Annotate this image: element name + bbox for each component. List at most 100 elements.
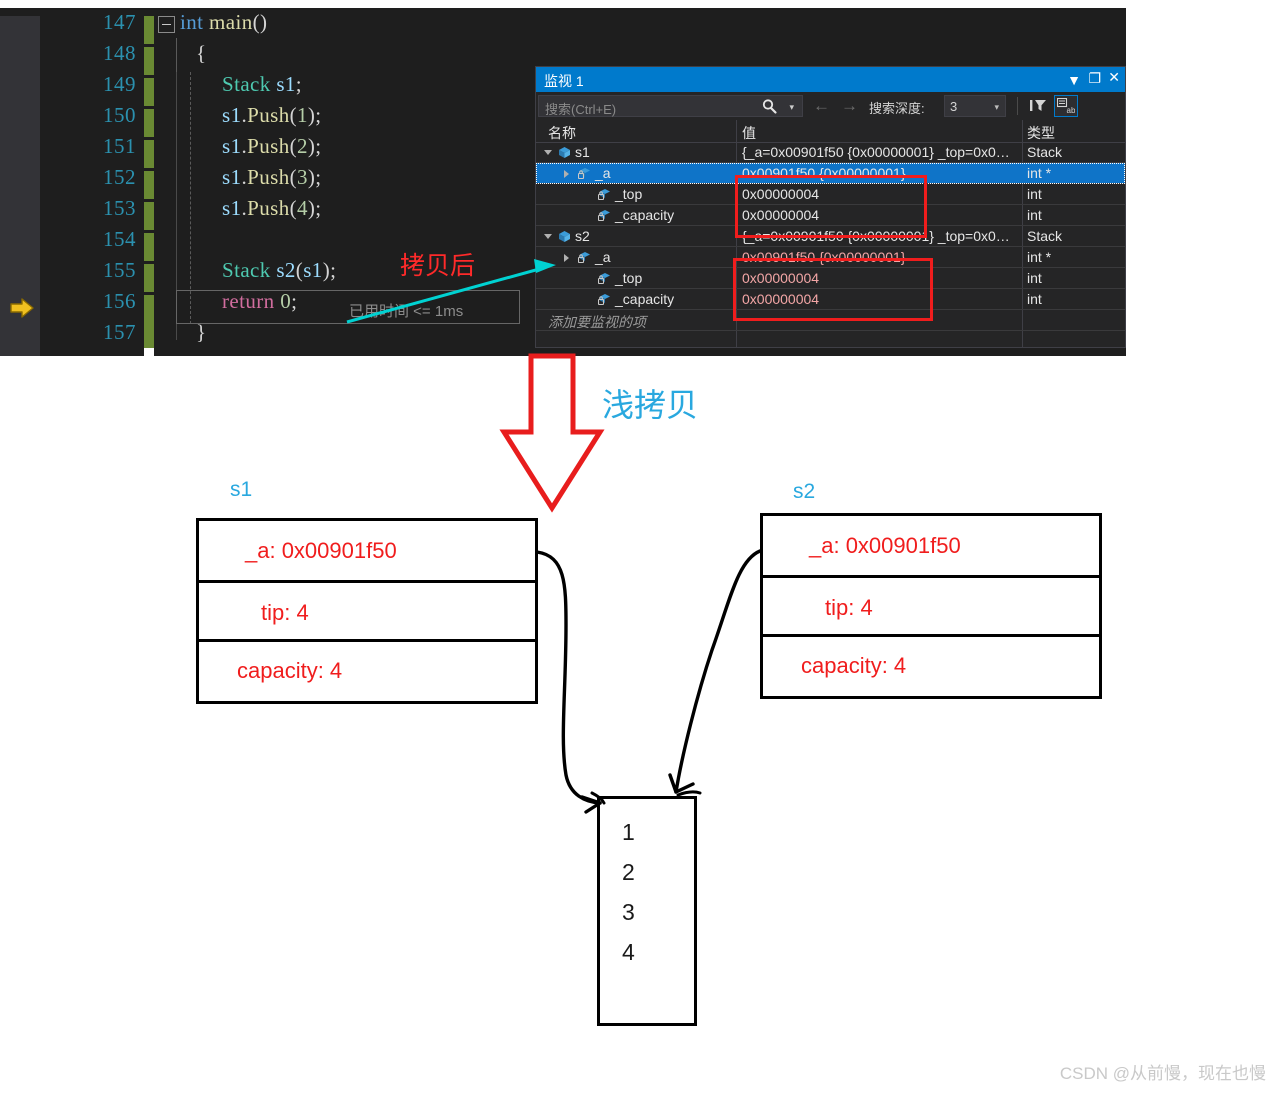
code-token: s1 (303, 258, 322, 282)
code-token: 3 (297, 165, 308, 189)
nav-forward-icon[interactable]: → (841, 96, 858, 116)
code-line[interactable]: s1.Push(4); (222, 196, 322, 221)
watch-row-name: _top (615, 186, 642, 202)
s2-box-label: s2 (793, 480, 815, 504)
line-number: 150 (103, 103, 136, 128)
code-token: ( (290, 103, 297, 127)
code-token: s1 (222, 103, 241, 127)
watch-title-label: 监视 1 (544, 71, 584, 91)
s2-object-box: _a: 0x00901f50 tip: 4 capacity: 4 (760, 513, 1102, 699)
code-line[interactable]: s1.Push(1); (222, 103, 322, 128)
svg-text:ab: ab (1067, 106, 1076, 114)
code-line[interactable]: Stack s2(s1); (222, 258, 336, 283)
watermark-label: CSDN @从前慢，现在也慢 (1060, 1059, 1266, 1084)
heap-array-box: 1 2 3 4 (597, 796, 697, 1026)
code-token: s1 (276, 72, 295, 96)
code-token: Push (247, 134, 289, 158)
code-line[interactable]: s1.Push(2); (222, 134, 322, 159)
code-token: int (180, 10, 203, 34)
code-line[interactable]: Stack s1; (222, 72, 302, 97)
s1-object-box: _a: 0x00901f50 tip: 4 capacity: 4 (196, 518, 538, 704)
elapsed-time-adornment: 已用时间 <= 1ms (349, 300, 463, 321)
search-icon[interactable] (761, 98, 778, 115)
indent-guide-dashed (190, 72, 192, 324)
expander-closed-icon[interactable] (564, 254, 569, 262)
code-token: ); (308, 196, 322, 220)
watch-row-type: int (1027, 270, 1042, 286)
expander-open-icon[interactable] (544, 150, 552, 155)
code-token: ); (323, 258, 337, 282)
search-input[interactable]: 搜索(Ctrl+E) ▾ (538, 95, 803, 117)
shallow-copy-down-arrow (504, 356, 600, 508)
watch-row-type: int * (1027, 249, 1051, 265)
s1-box-label: s1 (230, 478, 252, 502)
field-icon (598, 293, 611, 306)
field-icon (578, 167, 591, 180)
watch-toolbar[interactable]: 搜索(Ctrl+E) ▾ ← → 搜索深度: 3 ▾ ab (536, 92, 1125, 121)
s1-to-heap-arrow (537, 552, 604, 812)
heap-array-value: 1 (622, 819, 635, 846)
field-icon (578, 251, 591, 264)
column-header-name[interactable]: 名称 (548, 123, 576, 143)
pin-filter-icon[interactable] (1028, 97, 1048, 115)
watch-table-header: 名称 值 类型 (536, 120, 1125, 143)
code-token: ); (308, 134, 322, 158)
column-header-type[interactable]: 类型 (1027, 123, 1055, 143)
heap-array-value: 2 (622, 859, 635, 886)
expander-closed-icon[interactable] (564, 170, 569, 178)
search-depth-combo[interactable]: 3 ▾ (944, 95, 1006, 117)
watch-row-type: Stack (1027, 228, 1062, 244)
code-token: s2 (276, 258, 295, 282)
search-depth-label: 搜索深度: (869, 98, 925, 117)
code-token: ( (290, 196, 297, 220)
field-icon (598, 188, 611, 201)
watch-row-type: Stack (1027, 144, 1062, 160)
chevron-down-icon[interactable]: ▼ (1067, 72, 1081, 88)
code-token: s1 (222, 134, 241, 158)
code-line[interactable]: s1.Push(3); (222, 165, 322, 190)
indent-guide (176, 38, 177, 72)
heap-array-value: 3 (622, 899, 635, 926)
watch-title-bar[interactable]: 监视 1 ▼ ❐ ✕ (536, 67, 1125, 92)
editor-change-bar (144, 16, 154, 348)
line-number: 151 (103, 134, 136, 159)
code-token: Stack (222, 72, 271, 96)
add-watch-placeholder: 添加要监视的项 (548, 312, 646, 332)
code-token: 2 (297, 134, 308, 158)
toolbar-divider (1017, 97, 1018, 115)
chevron-down-icon[interactable]: ▾ (994, 102, 999, 113)
watch-row-type: int (1027, 291, 1042, 307)
code-line[interactable]: { (196, 41, 206, 66)
hexadecimal-display-toggle[interactable]: ab (1054, 95, 1078, 117)
code-fold-icon[interactable] (158, 16, 175, 33)
watch-row-name: _a (595, 165, 611, 181)
code-token: 1 (297, 103, 308, 127)
search-dropdown-caret-icon[interactable]: ▾ (789, 102, 794, 113)
expander-open-icon[interactable] (544, 234, 552, 239)
watch-window[interactable]: 监视 1 ▼ ❐ ✕ 搜索(Ctrl+E) ▾ ← → 搜索深度: 3 ▾ (535, 66, 1126, 348)
code-token: main (209, 10, 253, 34)
field-icon (598, 272, 611, 285)
code-token: ); (308, 103, 322, 127)
code-line[interactable]: int main() (180, 10, 267, 35)
code-token: s1 (222, 196, 241, 220)
column-header-value[interactable]: 值 (742, 123, 756, 143)
watch-row-name: _a (595, 249, 611, 265)
line-number: 153 (103, 196, 136, 221)
code-token: Push (247, 196, 289, 220)
line-number: 157 (103, 320, 136, 345)
object-icon (558, 230, 571, 243)
code-token: 4 (297, 196, 308, 220)
code-token: Push (247, 103, 289, 127)
nav-back-icon[interactable]: ← (813, 96, 830, 116)
line-number: 156 (103, 289, 136, 314)
code-token: Stack (222, 258, 271, 282)
editor-top-strip (0, 0, 1126, 8)
watch-row[interactable]: s1{_a=0x00901f50 {0x00000001} _top=0x0…S… (536, 142, 1125, 163)
code-token: () (253, 10, 268, 34)
line-number: 152 (103, 165, 136, 190)
close-icon[interactable]: ✕ (1108, 69, 1120, 86)
watch-row-value[interactable]: {_a=0x00901f50 {0x00000001} _top=0x0… (742, 144, 1010, 160)
maximize-icon[interactable]: ❐ (1088, 70, 1101, 87)
code-token: ); (308, 165, 322, 189)
